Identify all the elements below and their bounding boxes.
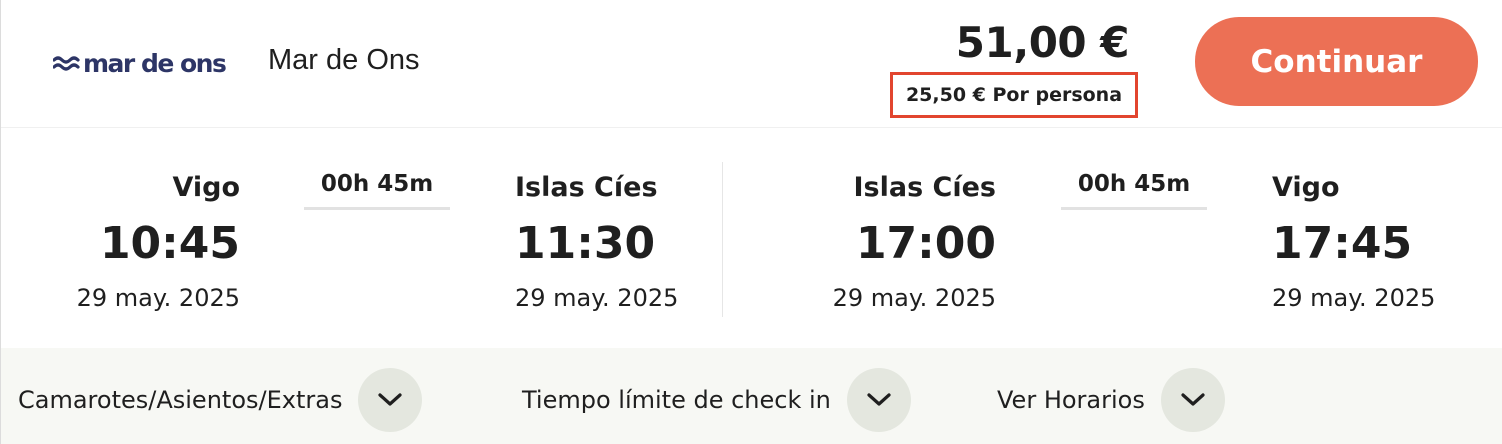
operator-logo-text: mar de ons xyxy=(83,48,227,78)
outbound-arrival-date: 29 may. 2025 xyxy=(515,284,679,312)
cabins-seats-extras-label: Camarotes/Asientos/Extras xyxy=(18,386,343,414)
leg-divider xyxy=(722,162,723,317)
checkin-time-limit-label: Tiempo límite de check in xyxy=(522,386,831,414)
outbound-departure-date: 29 may. 2025 xyxy=(76,284,240,312)
outbound-duration-line xyxy=(304,207,450,210)
cabins-seats-extras-toggle[interactable]: Camarotes/Asientos/Extras xyxy=(18,368,423,432)
outbound-duration: 00h 45m xyxy=(320,171,434,197)
return-departure-time: 17:00 xyxy=(855,218,996,269)
chevron-down-icon[interactable] xyxy=(358,368,423,432)
chevron-down-icon[interactable] xyxy=(846,368,911,432)
view-schedules-toggle[interactable]: Ver Horarios xyxy=(997,368,1225,432)
continue-button[interactable]: Continuar xyxy=(1195,17,1478,106)
return-origin-city: Islas Cíes xyxy=(853,172,996,203)
return-arrival-time: 17:45 xyxy=(1272,218,1413,269)
waves-icon xyxy=(53,56,80,71)
operator-name: Mar de Ons xyxy=(268,44,420,76)
view-schedules-label: Ver Horarios xyxy=(997,386,1145,414)
return-destination-city: Vigo xyxy=(1272,172,1340,203)
chevron-down-icon[interactable] xyxy=(1160,368,1225,432)
trip-card-header: mar de ons Mar de Ons 51,00 € 25,50 € Po… xyxy=(1,0,1502,128)
checkin-time-limit-toggle[interactable]: Tiempo límite de check in xyxy=(522,368,911,432)
trip-card-footer: Camarotes/Asientos/Extras Tiempo límite … xyxy=(1,348,1502,444)
return-arrival-date: 29 may. 2025 xyxy=(1272,284,1436,312)
operator-logo: mar de ons xyxy=(53,46,227,80)
total-price: 51,00 € xyxy=(955,18,1130,67)
return-duration: 00h 45m xyxy=(1077,171,1191,197)
price-per-person: 25,50 € Por persona xyxy=(890,72,1138,118)
return-duration-line xyxy=(1061,207,1207,210)
outbound-destination-city: Islas Cíes xyxy=(515,172,658,203)
outbound-origin-city: Vigo xyxy=(172,172,240,203)
outbound-departure-time: 10:45 xyxy=(99,218,240,269)
outbound-arrival-time: 11:30 xyxy=(515,218,656,269)
trip-card: mar de ons Mar de Ons 51,00 € 25,50 € Po… xyxy=(0,0,1502,444)
return-departure-date: 29 may. 2025 xyxy=(832,284,996,312)
